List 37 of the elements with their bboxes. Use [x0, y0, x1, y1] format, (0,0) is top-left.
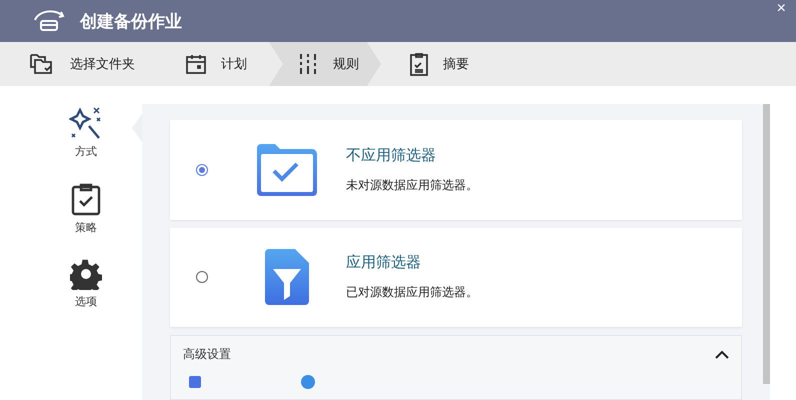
section-title: 高级设置 — [183, 346, 231, 363]
step-label: 选择文件夹 — [70, 56, 135, 73]
sidebar-label: 方式 — [75, 144, 97, 159]
step-label: 计划 — [221, 56, 247, 73]
clipboard-icon — [409, 52, 429, 76]
option-card[interactable]: 应用筛选器 已对源数据应用筛选器。 — [170, 228, 742, 327]
clipboard-check-icon — [71, 182, 101, 216]
sidebar-item[interactable]: 选项 — [56, 258, 116, 320]
close-button[interactable]: × — [776, 0, 786, 18]
info-icon[interactable] — [301, 375, 315, 389]
step-label: 摘要 — [443, 56, 469, 73]
wizard-step[interactable]: 计划 — [157, 42, 269, 86]
wizard-step[interactable]: 摘要 — [381, 42, 491, 86]
backup-drive-icon — [32, 10, 66, 32]
sidebar-label: 选项 — [75, 294, 97, 309]
chevron-icon[interactable] — [715, 350, 729, 359]
checkbox[interactable] — [189, 376, 201, 388]
option-title: 应用筛选器 — [346, 253, 422, 272]
option-card[interactable]: 不应用筛选器 未对源数据应用筛选器。 — [170, 120, 742, 220]
option-description: 未对源数据应用筛选器。 — [346, 176, 478, 194]
folder-check-icon — [254, 142, 320, 198]
radio-button[interactable] — [196, 164, 208, 176]
radio-button[interactable] — [196, 271, 208, 284]
wizard-step[interactable]: 选择文件夹 — [0, 42, 157, 86]
option-title: 不应用筛选器 — [346, 146, 437, 165]
calendar-icon — [185, 53, 207, 75]
step-label: 规则 — [333, 56, 359, 73]
wizard-step[interactable]: 规则 — [269, 42, 381, 86]
option-description: 已对源数据应用筛选器。 — [346, 284, 478, 302]
sidebar-label: 策略 — [75, 220, 97, 235]
sliders-icon — [297, 53, 319, 75]
scrollbar[interactable] — [763, 104, 770, 384]
filter-file-icon — [264, 248, 310, 306]
magic-wand-icon — [69, 106, 103, 140]
window-title: 创建备份作业 — [80, 10, 182, 32]
sidebar-item[interactable]: 策略 — [56, 182, 116, 244]
gear-icon — [70, 258, 102, 290]
